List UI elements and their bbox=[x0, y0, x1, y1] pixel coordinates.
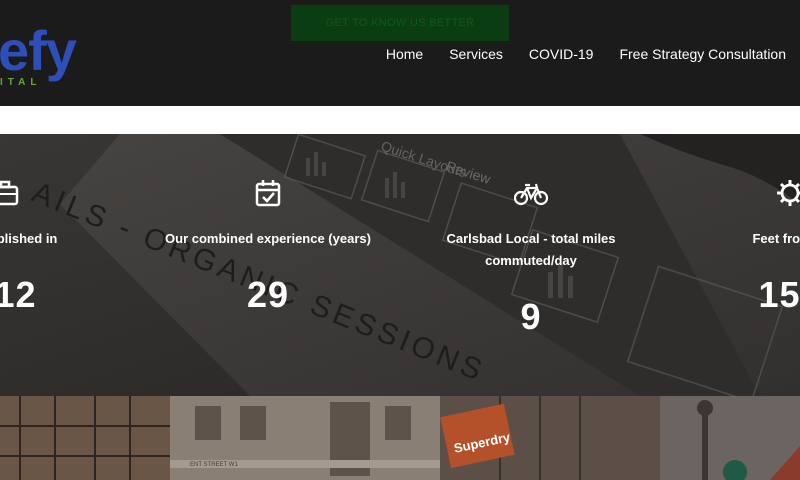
street-photo-image: ENT STREET W1 Superdry bbox=[0, 396, 800, 480]
stat-value: 012 bbox=[0, 274, 37, 315]
stat-label: Carlsbad Local - total miles commuted/da… bbox=[446, 231, 616, 268]
stat-value: 9 bbox=[520, 296, 542, 337]
svg-text:ENT STREET W1: ENT STREET W1 bbox=[190, 462, 238, 468]
calendar-check-icon bbox=[255, 180, 281, 207]
white-divider-band bbox=[0, 106, 800, 134]
stat-label: Our combined experience (years) bbox=[165, 231, 371, 246]
logo-wordmark: efy bbox=[0, 19, 77, 82]
nav-services[interactable]: Services bbox=[449, 46, 503, 62]
nav-free-strategy-consultation[interactable]: Free Strategy Consultation bbox=[619, 46, 786, 62]
main-nav: Home Services COVID-19 Free Strategy Con… bbox=[386, 46, 786, 62]
stat-label: Feet from th bbox=[752, 231, 800, 246]
hero-dark-overlay bbox=[0, 134, 800, 396]
nav-covid-19[interactable]: COVID-19 bbox=[529, 46, 594, 62]
logo-subtext: ITAL bbox=[0, 77, 42, 88]
nav-home[interactable]: Home bbox=[386, 46, 423, 62]
stat-value: 158 bbox=[758, 274, 800, 315]
briefcase-icon bbox=[0, 180, 19, 206]
gear-icon bbox=[777, 180, 800, 206]
get-to-know-us-button[interactable]: GET TO KNOW US BETTER bbox=[291, 5, 509, 41]
stats-section: Review Quick Layouts AILS - ORGANIC SESS… bbox=[0, 134, 800, 396]
stat-value: 29 bbox=[246, 274, 290, 315]
street-photo: ENT STREET W1 Superdry bbox=[0, 396, 800, 480]
bicycle-icon bbox=[513, 183, 549, 206]
stat-label: as established in bbox=[0, 231, 58, 246]
brand-logo[interactable]: efy ITAL bbox=[0, 18, 98, 90]
